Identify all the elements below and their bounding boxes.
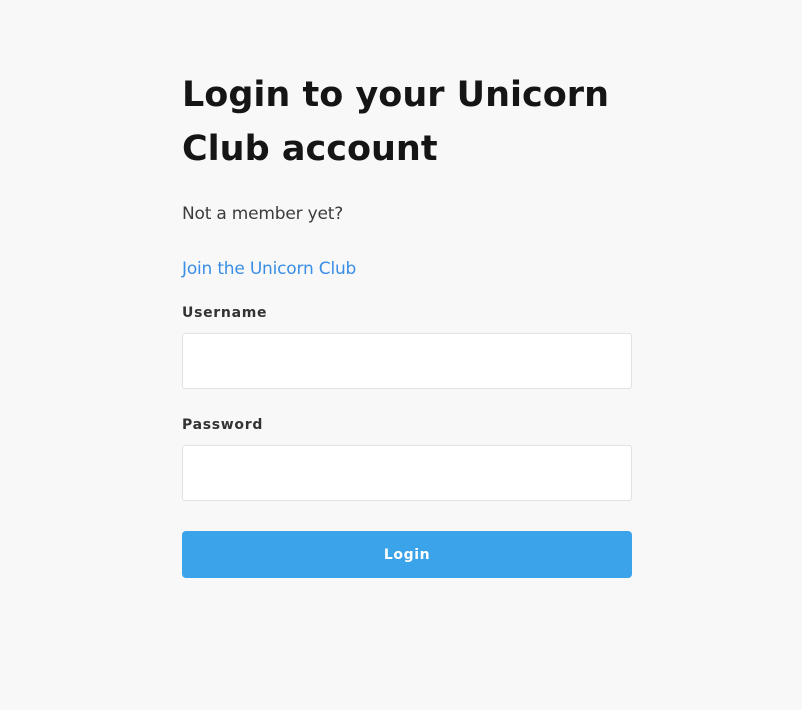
username-input[interactable] bbox=[182, 333, 632, 389]
username-label: Username bbox=[182, 305, 268, 321]
login-form: Login to your Unicorn Club account Not a… bbox=[182, 68, 632, 578]
password-label: Password bbox=[182, 417, 264, 433]
login-button[interactable]: Login bbox=[182, 531, 632, 578]
membership-prompt: Not a member yet? bbox=[182, 204, 344, 224]
password-input[interactable] bbox=[182, 445, 632, 501]
page-title: Login to your Unicorn Club account bbox=[182, 75, 609, 169]
login-page: Login to your Unicorn Club account Not a… bbox=[0, 0, 802, 710]
join-club-link[interactable]: Join the Unicorn Club bbox=[182, 257, 356, 281]
